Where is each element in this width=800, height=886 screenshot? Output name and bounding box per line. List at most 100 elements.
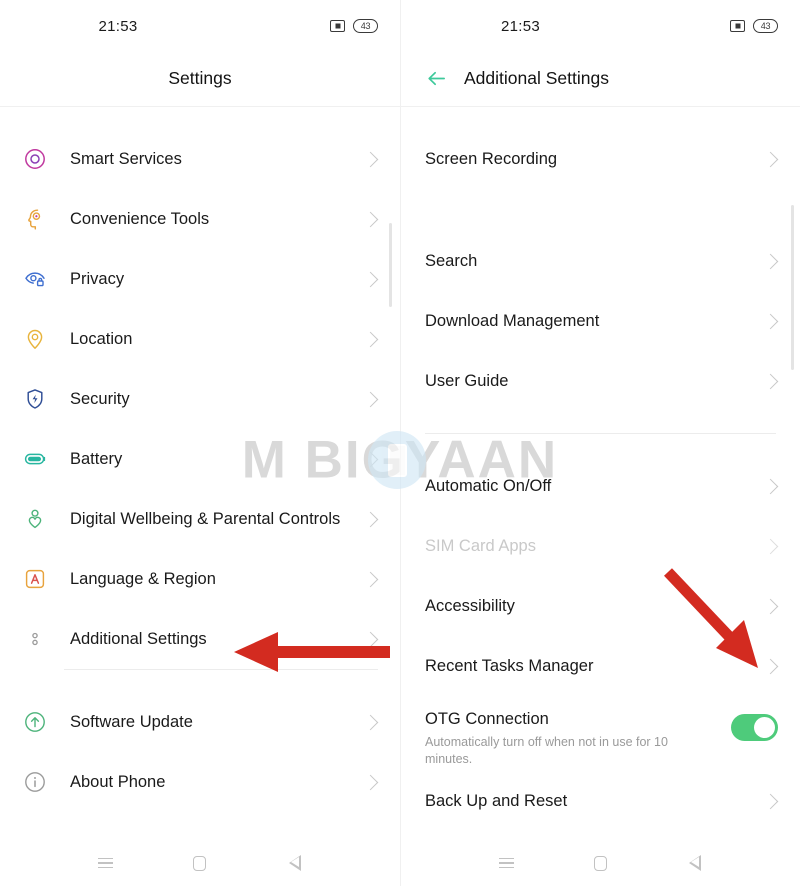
chevron-right-icon [762,151,779,167]
settings-screen: 21:53 43 Settings Smart Services Conveni… [0,0,400,886]
row-text: Recent Tasks Manager [425,655,765,678]
sidebar-item-privacy[interactable]: Privacy [0,249,400,309]
row-text: User Guide [425,370,765,393]
settings-title-bar: Settings [0,50,400,107]
additional-settings-title-bar: Additional Settings [401,50,800,107]
list-item-recent-tasks-manager[interactable]: Recent Tasks Manager [401,636,800,696]
sidebar-item-location[interactable]: Location [0,309,400,369]
list-item-label: Search [425,251,478,270]
list-item-screen-recording[interactable]: Screen Recording [401,129,800,189]
row-text: Screen Recording [425,148,765,171]
list-item-label: Download Management [425,311,600,330]
page-title: Settings [168,67,232,88]
sidebar-item-additional-settings[interactable]: Additional Settings [0,609,400,669]
navigation-bar-right [401,840,800,886]
chevron-right-icon [362,211,379,227]
back-arrow-icon[interactable] [423,65,449,91]
privacy-icon [22,266,48,292]
sidebar-item-label: Battery [70,449,123,468]
list-item-label: Accessibility [425,596,515,615]
sidebar-item-software-update[interactable]: Software Update [0,692,400,752]
chevron-right-icon [362,571,379,587]
home-square-icon[interactable] [586,849,614,877]
about-phone-icon [22,769,48,795]
sidebar-item-label: Additional Settings [70,629,207,648]
scrollbar-right[interactable] [791,205,794,370]
row-text: OTG Connection Automatically turn off wh… [425,708,731,768]
list-item-label: SIM Card Apps [425,536,536,555]
digital-wellbeing-icon [22,506,48,532]
back-triangle-icon[interactable] [681,849,709,877]
back-triangle-icon[interactable] [281,849,309,877]
sidebar-item-language-region[interactable]: Language & Region [0,549,400,609]
home-square-icon[interactable] [186,849,214,877]
row-text: About Phone [70,771,365,794]
sidebar-item-label: Smart Services [70,149,182,168]
row-text: Convenience Tools [70,208,365,231]
row-text: Digital Wellbeing & Parental Controls [70,508,365,531]
chevron-right-icon [362,151,379,167]
list-item-label: Screen Recording [425,149,558,168]
chevron-right-icon [762,598,779,614]
list-item-label: OTG Connection [425,710,549,728]
row-text: Accessibility [425,595,765,618]
row-text: Software Update [70,711,365,734]
recents-menu-icon[interactable] [492,849,520,877]
list-item-sim-card-apps[interactable]: SIM Card Apps [401,516,800,576]
sidebar-item-label: Digital Wellbeing & Parental Controls [70,509,341,528]
list-item-search[interactable]: Search [401,231,800,291]
row-text: Download Management [425,310,765,333]
status-bar-right: 21:53 43 [401,0,800,50]
list-item-label: Automatic On/Off [425,476,552,495]
list-item-label: Back Up and Reset [425,791,568,810]
sidebar-item-security[interactable]: Security [0,369,400,429]
chevron-right-icon [762,478,779,494]
sidebar-item-digital-wellbeing[interactable]: Digital Wellbeing & Parental Controls [0,489,400,549]
list-item-accessibility[interactable]: Accessibility [401,576,800,636]
scrollbar-left[interactable] [389,223,392,307]
sidebar-item-battery[interactable]: Battery [0,429,400,489]
chevron-right-icon [362,271,379,287]
software-update-icon [22,709,48,735]
sidebar-item-convenience-tools[interactable]: Convenience Tools [0,189,400,249]
chevron-right-icon [362,511,379,527]
cast-icon [730,20,745,32]
convenience-tools-icon [22,206,48,232]
sidebar-item-label: Security [70,389,130,408]
sidebar-item-label: Language & Region [70,569,216,588]
list-item-otg-connection[interactable]: OTG Connection Automatically turn off wh… [401,696,800,768]
additional-settings-screen: 21:53 43 Additional Settings Screen Reco… [400,0,800,886]
row-text: Security [70,388,365,411]
battery-icon: 43 [753,19,778,33]
list-item-label: User Guide [425,371,509,390]
battery-icon: 43 [353,19,378,33]
sidebar-item-label: Convenience Tools [70,209,210,228]
list-item-back-up-and-reset[interactable]: Back Up and Reset [401,768,800,834]
row-text: Smart Services [70,148,365,171]
row-text: Back Up and Reset [425,790,765,813]
status-bar-left: 21:53 43 [0,0,400,50]
list-item-user-guide[interactable]: User Guide [401,351,800,411]
chevron-right-icon [762,313,779,329]
toggle-knob [754,717,775,738]
security-icon [22,386,48,412]
chevron-right-icon [762,793,779,809]
status-icons: 43 [730,19,778,33]
status-time: 21:53 [98,18,138,35]
list-item-download-management[interactable]: Download Management [401,291,800,351]
chevron-right-icon [762,373,779,389]
sidebar-item-label: Privacy [70,269,125,288]
chevron-right-icon [762,538,779,554]
row-text: Additional Settings [70,628,365,651]
list-item-label: Recent Tasks Manager [425,656,594,675]
sidebar-item-about-phone[interactable]: About Phone [0,752,400,812]
list-item-automatic-on-off[interactable]: Automatic On/Off [401,456,800,516]
recents-menu-icon[interactable] [91,849,119,877]
chevron-right-icon [362,774,379,790]
sidebar-item-smart-services[interactable]: Smart Services [0,129,400,189]
otg-connection-toggle[interactable] [731,714,778,741]
